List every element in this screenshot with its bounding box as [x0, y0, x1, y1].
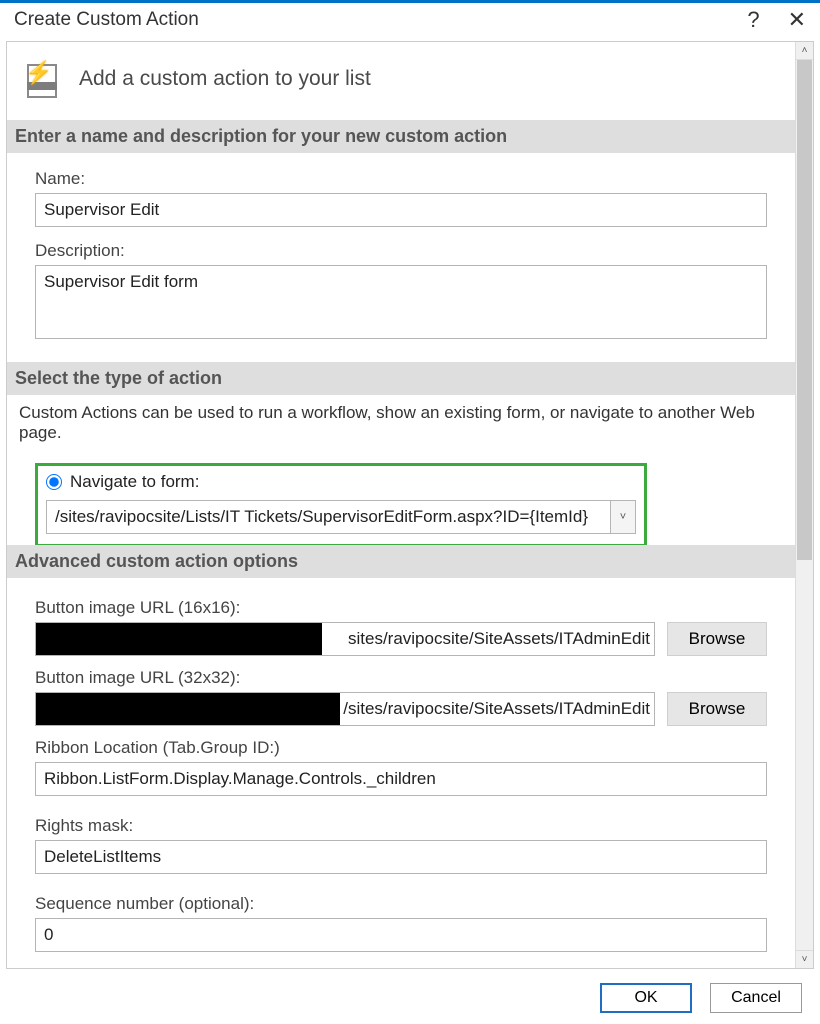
- wizard-heading: Add a custom action to your list: [79, 67, 371, 91]
- wizard-header: ⚡ Add a custom action to your list: [7, 42, 795, 120]
- navigate-highlight: Navigate to form: ˅: [35, 463, 647, 545]
- name-input[interactable]: [35, 193, 767, 227]
- cancel-button[interactable]: Cancel: [710, 983, 802, 1013]
- dropdown-icon[interactable]: ˅: [610, 500, 636, 534]
- radio-navigate-label: Navigate to form:: [70, 472, 199, 492]
- section-name-body: Name: Description:: [7, 153, 795, 362]
- type-intro-text: Custom Actions can be used to run a work…: [7, 395, 795, 459]
- name-label: Name:: [35, 169, 767, 189]
- rights-label: Rights mask:: [35, 816, 767, 836]
- vertical-scrollbar[interactable]: ˄ ˅: [795, 42, 813, 968]
- browse-button-32[interactable]: Browse: [667, 692, 767, 726]
- navigate-url-input[interactable]: [46, 500, 610, 534]
- scroll-area: ⚡ Add a custom action to your list Enter…: [7, 42, 795, 968]
- seq-label: Sequence number (optional):: [35, 894, 767, 914]
- section-advanced-body: Button image URL (16x16): Browse Button …: [7, 578, 795, 968]
- img16-row: Browse: [35, 622, 767, 656]
- description-label: Description:: [35, 241, 767, 261]
- dialog-body: ⚡ Add a custom action to your list Enter…: [6, 41, 814, 969]
- custom-action-icon: ⚡: [23, 58, 65, 100]
- img16-label: Button image URL (16x16):: [35, 598, 767, 618]
- scroll-down-arrow[interactable]: ˅: [796, 950, 813, 968]
- radio-navigate[interactable]: [46, 474, 62, 490]
- rights-input[interactable]: [35, 840, 767, 874]
- img32-label: Button image URL (32x32):: [35, 668, 767, 688]
- radio-navigate-row[interactable]: Navigate to form:: [46, 472, 636, 492]
- img16-redaction: [36, 623, 322, 655]
- type-options-clip: Navigate to form: ˅: [7, 459, 795, 545]
- img32-row: Browse: [35, 692, 767, 726]
- scroll-up-arrow[interactable]: ˄: [796, 42, 813, 60]
- browse-button-16[interactable]: Browse: [667, 622, 767, 656]
- close-icon[interactable]: ✕: [788, 9, 806, 31]
- ribbon-input[interactable]: [35, 762, 767, 796]
- img32-redaction: [36, 693, 340, 725]
- ribbon-label: Ribbon Location (Tab.Group ID:): [35, 738, 767, 758]
- help-icon[interactable]: ?: [747, 9, 759, 31]
- dialog-footer: OK Cancel: [0, 972, 820, 1024]
- section-name-bar: Enter a name and description for your ne…: [7, 120, 795, 153]
- scroll-thumb[interactable]: [797, 60, 812, 560]
- section-type-bar: Select the type of action: [7, 362, 795, 395]
- navigate-url-row: ˅: [46, 500, 636, 534]
- titlebar-controls: ? ✕: [747, 9, 806, 31]
- seq-input[interactable]: [35, 918, 767, 952]
- description-input[interactable]: [35, 265, 767, 339]
- dialog-title: Create Custom Action: [14, 9, 199, 31]
- section-advanced-bar: Advanced custom action options: [7, 545, 795, 578]
- ok-button[interactable]: OK: [600, 983, 692, 1013]
- titlebar: Create Custom Action ? ✕: [0, 3, 820, 41]
